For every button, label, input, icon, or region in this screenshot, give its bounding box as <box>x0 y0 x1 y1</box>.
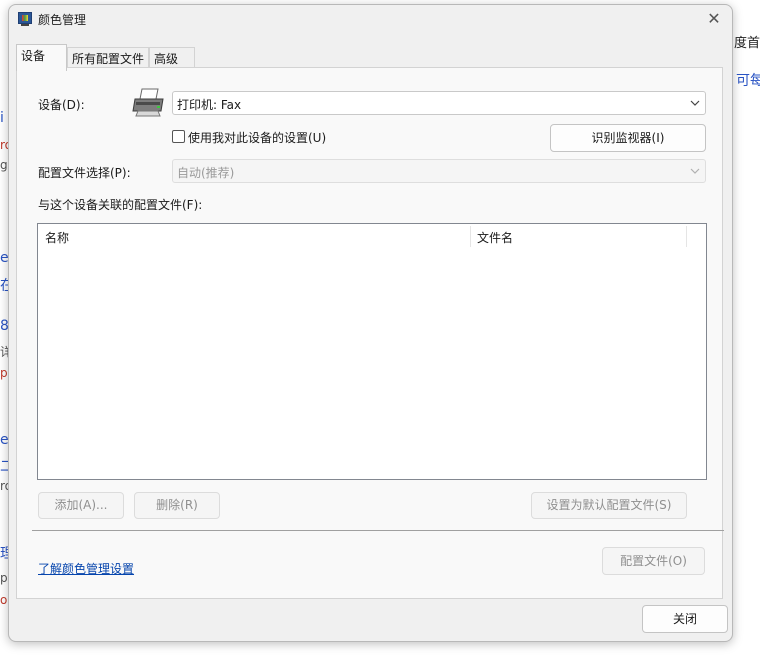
background-text: p <box>0 571 8 585</box>
device-select-value: 打印机: Fax <box>177 98 242 112</box>
window-title: 颜色管理 <box>38 13 87 27</box>
profile-selection-select: 自动(推荐) <box>172 159 706 183</box>
background-link: i <box>0 110 4 126</box>
close-window-button[interactable]: ✕ <box>704 9 724 29</box>
monitor-stand-icon <box>21 24 29 26</box>
profiles-button[interactable]: 配置文件(O) <box>602 547 705 575</box>
remove-profile-button[interactable]: 删除(R) <box>134 492 220 519</box>
profile-selection-value: 自动(推荐) <box>177 166 235 180</box>
add-profile-button[interactable]: 添加(A)... <box>38 492 124 519</box>
associated-profiles-label: 与这个设备关联的配置文件(F): <box>38 198 203 212</box>
learn-color-management-link[interactable]: 了解颜色管理设置 <box>38 560 134 577</box>
printer-icon <box>132 88 164 117</box>
use-my-settings-checkbox[interactable] <box>172 130 185 143</box>
column-separator[interactable] <box>470 226 471 247</box>
chevron-down-icon <box>690 100 700 106</box>
device-label: 设备(D): <box>38 98 85 112</box>
set-default-profile-button[interactable]: 设置为默认配置文件(S) <box>531 492 687 519</box>
chevron-down-icon <box>690 168 700 174</box>
profile-selection-label: 配置文件选择(P): <box>38 166 131 180</box>
background-text: p <box>0 366 8 380</box>
identify-monitors-button[interactable]: 识别监视器(I) <box>550 124 706 152</box>
column-header-name[interactable]: 名称 <box>45 229 69 246</box>
background-text: 度首 <box>734 36 760 51</box>
use-my-settings-label[interactable]: 使用我对此设备的设置(U) <box>188 129 326 146</box>
profiles-list[interactable]: 名称 文件名 <box>37 223 707 480</box>
background-link: 可每 <box>736 73 760 89</box>
color-management-monitor-icon <box>18 12 32 24</box>
profiles-list-header: 名称 文件名 <box>38 224 706 249</box>
title-bar[interactable]: 颜色管理 ✕ <box>9 5 732 33</box>
divider <box>32 530 724 531</box>
color-management-dialog: 颜色管理 ✕ 设备 所有配置文件 高级 设备(D): 打印机: Fax 使用我对… <box>8 4 733 642</box>
column-header-filename[interactable]: 文件名 <box>477 229 513 246</box>
tab-devices[interactable]: 设备 <box>16 44 67 71</box>
device-select[interactable]: 打印机: Fax <box>172 91 706 115</box>
column-separator[interactable] <box>686 226 687 247</box>
close-button[interactable]: 关闭 <box>642 605 728 633</box>
